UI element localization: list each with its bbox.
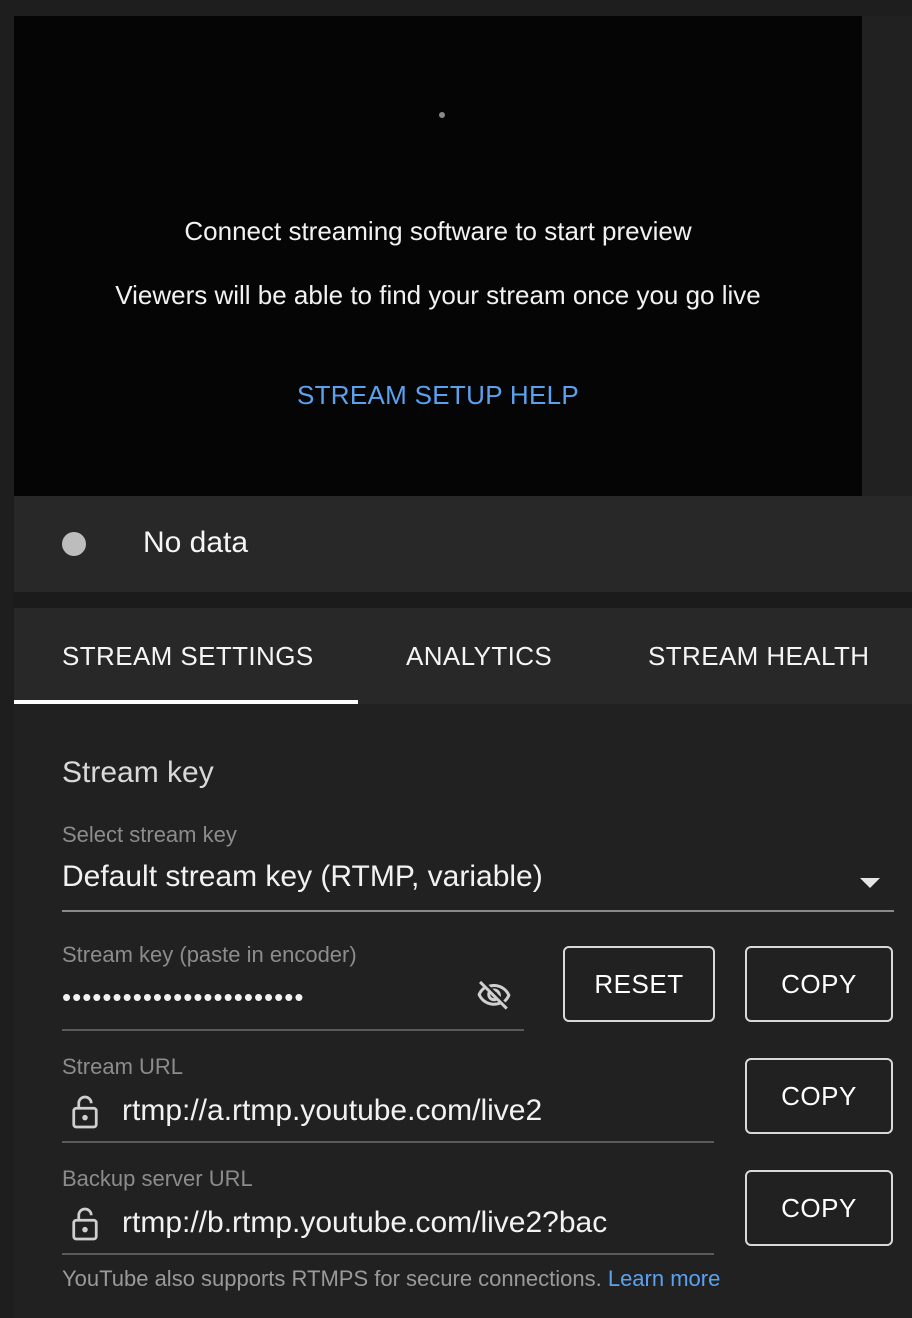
tab-stream-settings[interactable]: STREAM SETTINGS: [62, 608, 314, 704]
stream-key-underline: [62, 1029, 524, 1031]
backup-url-label: Backup server URL: [62, 1166, 253, 1191]
copy-stream-url-button[interactable]: COPY: [745, 1058, 893, 1134]
stream-preview: Connect streaming software to start prev…: [14, 16, 862, 496]
section-divider: [14, 592, 912, 608]
learn-more-link[interactable]: Learn more: [608, 1266, 721, 1291]
chevron-down-icon[interactable]: [860, 878, 880, 888]
side-panel-edge: [862, 16, 912, 496]
preview-message: Connect streaming software to start prev…: [184, 216, 692, 246]
preview-subtext: Viewers will be able to find your stream…: [115, 280, 761, 310]
visibility-off-icon[interactable]: [474, 978, 514, 1014]
status-text: No data: [143, 526, 249, 559]
backup-url-underline: [62, 1253, 714, 1255]
stream-url-field[interactable]: rtmp://a.rtmp.youtube.com/live2: [122, 1094, 712, 1128]
copy-backup-url-button[interactable]: COPY: [745, 1170, 893, 1246]
stream-settings-panel: Stream key Select stream key Default str…: [14, 704, 912, 1318]
copy-stream-key-button[interactable]: COPY: [745, 946, 893, 1022]
stream-key-label: Stream key (paste in encoder): [62, 942, 357, 967]
tab-bar: STREAM SETTINGS ANALYTICS STREAM HEALTH: [14, 608, 912, 704]
select-underline: [62, 910, 894, 912]
lock-icon: [72, 1207, 98, 1241]
tab-analytics[interactable]: ANALYTICS: [406, 608, 552, 704]
stream-url-label: Stream URL: [62, 1054, 184, 1079]
loading-spinner-icon: [439, 112, 445, 118]
stream-key-field[interactable]: ••••••••••••••••••••••••: [62, 982, 462, 1013]
stream-status-bar: No data: [14, 496, 912, 592]
stream-url-underline: [62, 1141, 714, 1143]
lock-icon: [72, 1095, 98, 1129]
stream-key-select[interactable]: Default stream key (RTMP, variable): [62, 860, 842, 894]
stream-setup-help-link[interactable]: STREAM SETUP HELP: [14, 380, 862, 411]
reset-stream-key-button[interactable]: RESET: [563, 946, 715, 1022]
rtmps-note-text: YouTube also supports RTMPS for secure c…: [62, 1266, 602, 1291]
backup-url-field[interactable]: rtmp://b.rtmp.youtube.com/live2?bac: [122, 1206, 712, 1240]
tab-stream-health[interactable]: STREAM HEALTH: [648, 608, 869, 704]
rtmps-note: YouTube also supports RTMPS for secure c…: [62, 1266, 720, 1292]
status-indicator-icon: [62, 532, 86, 556]
section-title-stream-key: Stream key: [62, 756, 214, 789]
select-stream-key-label: Select stream key: [62, 822, 237, 847]
